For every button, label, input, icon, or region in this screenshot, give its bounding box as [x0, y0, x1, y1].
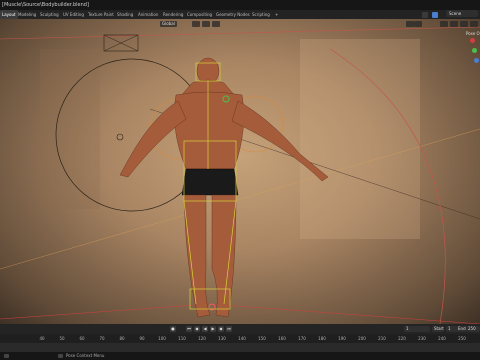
- orientation-value: Global: [162, 21, 175, 26]
- play-icon[interactable]: ▶: [210, 326, 216, 332]
- ruler-tick: 210: [378, 336, 386, 341]
- viewport-scene: [0, 26, 480, 324]
- ruler-tick: 150: [258, 336, 266, 341]
- jump-end-icon[interactable]: ⏭: [226, 326, 232, 332]
- mouse-left-icon: [4, 354, 9, 358]
- cursor-icon[interactable]: [414, 21, 422, 27]
- guide-line: [209, 303, 480, 324]
- snap-icon[interactable]: [202, 21, 210, 27]
- ruler-tick: 160: [278, 336, 286, 341]
- shading-rendered-icon[interactable]: [470, 21, 478, 27]
- tab-add[interactable]: +: [275, 10, 278, 19]
- scene-selector[interactable]: Scene: [446, 10, 478, 17]
- ruler-tick: 240: [438, 336, 446, 341]
- scene-browse-icon[interactable]: [432, 12, 438, 18]
- current-frame-value: 1: [406, 326, 409, 331]
- tab-sculpting[interactable]: Sculpting: [40, 10, 59, 19]
- shading-material-icon[interactable]: [460, 21, 468, 27]
- select-icon[interactable]: [406, 21, 414, 27]
- ruler-tick: 40: [39, 336, 45, 341]
- record-icon[interactable]: ●: [170, 326, 176, 332]
- ruler-tick: 130: [218, 336, 226, 341]
- ruler-tick: 60: [79, 336, 85, 341]
- ruler-tick: 50: [59, 336, 65, 341]
- jump-start-icon[interactable]: ⏮: [186, 326, 192, 332]
- ruler-tick: 70: [99, 336, 105, 341]
- tab-compositing[interactable]: Compositing: [187, 10, 212, 19]
- tab-shading[interactable]: Shading: [117, 10, 133, 19]
- frame-ruler[interactable]: 40 50 60 70 80 90 100 110 120 130 140 15…: [0, 334, 480, 343]
- mouse-right-icon: [58, 354, 63, 358]
- current-frame-field[interactable]: 1: [404, 326, 430, 332]
- tab-geometry-nodes[interactable]: Geometry Nodes: [216, 10, 250, 19]
- pivot-icon[interactable]: [192, 21, 200, 27]
- background-doorway: [40, 49, 100, 209]
- proportional-icon[interactable]: [212, 21, 220, 27]
- gizmo-x-icon[interactable]: [470, 38, 475, 43]
- ruler-tick: 190: [338, 336, 346, 341]
- ruler-tick: 220: [398, 336, 406, 341]
- viewport-header: Global Pose O: [0, 19, 480, 36]
- play-reverse-icon[interactable]: ◀: [202, 326, 208, 332]
- timeline-track[interactable]: [0, 343, 480, 352]
- tab-animation[interactable]: Animation: [138, 10, 158, 19]
- shading-solid-icon[interactable]: [450, 21, 458, 27]
- scene-label: Scene: [449, 11, 462, 16]
- ruler-tick: 170: [298, 336, 306, 341]
- scene-icon[interactable]: [422, 12, 428, 18]
- ruler-tick: 180: [318, 336, 326, 341]
- ruler-tick: 230: [418, 336, 426, 341]
- 3d-viewport[interactable]: [0, 19, 480, 324]
- ruler-tick: 250: [458, 336, 466, 341]
- ruler-tick: 80: [119, 336, 125, 341]
- ruler-tick: 140: [238, 336, 246, 341]
- tab-layout[interactable]: Layout: [0, 10, 18, 19]
- gizmo-z-icon[interactable]: [474, 58, 479, 63]
- status-hint: Pose Context Menu: [66, 353, 105, 358]
- tab-rendering[interactable]: Rendering: [163, 10, 183, 19]
- tab-texture-paint[interactable]: Texture Paint: [88, 10, 114, 19]
- background-window: [300, 39, 420, 239]
- title-bar: [Muscle\Source\Bodybuilder.blend]: [0, 0, 480, 10]
- guide-line: [0, 303, 211, 320]
- ruler-tick: 200: [358, 336, 366, 341]
- status-bar: Pose Context Menu: [0, 352, 480, 360]
- ruler-tick: 110: [178, 336, 186, 341]
- end-label: End: [456, 326, 466, 332]
- ruler-tick: 120: [198, 336, 206, 341]
- ruler-tick: 90: [139, 336, 145, 341]
- keyframe-prev-icon[interactable]: ◆: [194, 326, 200, 332]
- gizmo-y-icon[interactable]: [472, 48, 477, 53]
- ruler-tick: 100: [158, 336, 166, 341]
- transform-orientation-dropdown[interactable]: Global: [160, 21, 177, 27]
- start-label: Start: [432, 326, 444, 332]
- light-icon: [116, 133, 124, 141]
- side-panel-label: Pose O: [466, 31, 480, 36]
- keyframe-next-icon[interactable]: ◆: [218, 326, 224, 332]
- timeline-controls: ● ⏮ ◆ ◀ ▶ ◆ ⏭ 1 Start 1 End 250: [0, 324, 480, 334]
- workspace-tab-bar: Layout Modeling Sculpting UV Editing Tex…: [0, 10, 480, 19]
- tab-uv-editing[interactable]: UV Editing: [63, 10, 84, 19]
- end-frame-field[interactable]: 250: [466, 326, 480, 332]
- window-title: [Muscle\Source\Bodybuilder.blend]: [2, 2, 89, 8]
- tab-modeling[interactable]: Modeling: [18, 10, 36, 19]
- tab-scripting[interactable]: Scripting: [252, 10, 270, 19]
- xray-icon[interactable]: [440, 21, 448, 27]
